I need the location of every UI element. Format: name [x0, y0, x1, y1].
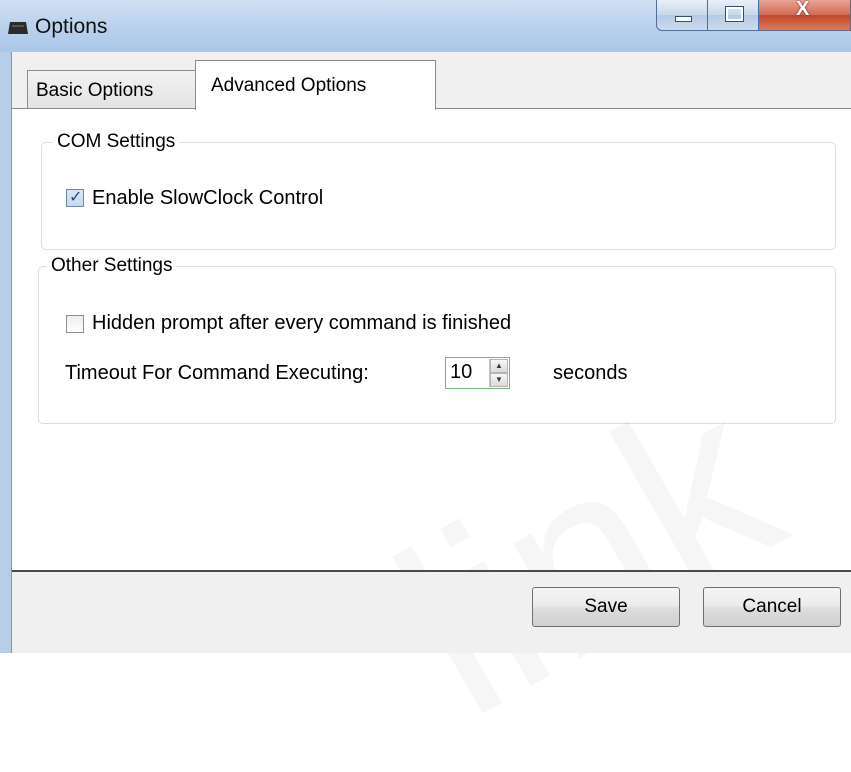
- hidden-prompt-label[interactable]: Hidden prompt after every command is fin…: [92, 312, 511, 335]
- spinner-down-button[interactable]: ▼: [490, 373, 508, 387]
- close-icon: X: [796, 0, 810, 20]
- timeout-input[interactable]: 10: [450, 361, 472, 384]
- window-frame-left: [0, 52, 12, 653]
- enable-slowclock-label[interactable]: Enable SlowClock Control: [92, 187, 323, 210]
- minimize-button[interactable]: [656, 0, 708, 31]
- timeout-spinner[interactable]: 10 ▲ ▼: [445, 357, 510, 389]
- close-button[interactable]: X: [758, 0, 851, 31]
- com-settings-legend: COM Settings: [53, 131, 180, 153]
- spinner-buttons: ▲ ▼: [489, 359, 508, 387]
- triangle-up-icon: ▲: [495, 361, 503, 370]
- window-controls: X: [656, 0, 851, 33]
- cancel-button[interactable]: Cancel: [703, 587, 841, 627]
- timeout-unit-label: seconds: [553, 362, 628, 384]
- advanced-options-panel: COM Settings ✓ Enable SlowClock Control …: [12, 109, 851, 570]
- tab-basic-options[interactable]: Basic Options: [27, 70, 207, 108]
- keyboard-app-icon: [8, 22, 28, 34]
- maximize-icon: [726, 7, 743, 21]
- spinner-up-button[interactable]: ▲: [490, 359, 508, 373]
- other-settings-group: Other Settings: [38, 255, 836, 424]
- title-bar[interactable]: Options X: [0, 0, 851, 53]
- tab-advanced-options[interactable]: Advanced Options: [195, 60, 436, 110]
- maximize-button[interactable]: [707, 0, 759, 31]
- save-button[interactable]: Save: [532, 587, 680, 627]
- checkmark-icon: ✓: [69, 189, 83, 206]
- tab-strip: Basic Options Advanced Options: [12, 52, 851, 110]
- minimize-icon: [675, 16, 692, 22]
- timeout-label: Timeout For Command Executing:: [65, 362, 369, 384]
- hidden-prompt-checkbox[interactable]: [66, 315, 84, 333]
- other-settings-legend: Other Settings: [47, 255, 177, 277]
- button-bar: Save Cancel: [12, 572, 851, 653]
- window-title: Options: [35, 15, 108, 38]
- enable-slowclock-checkbox[interactable]: ✓: [66, 189, 84, 207]
- triangle-down-icon: ▼: [495, 375, 503, 384]
